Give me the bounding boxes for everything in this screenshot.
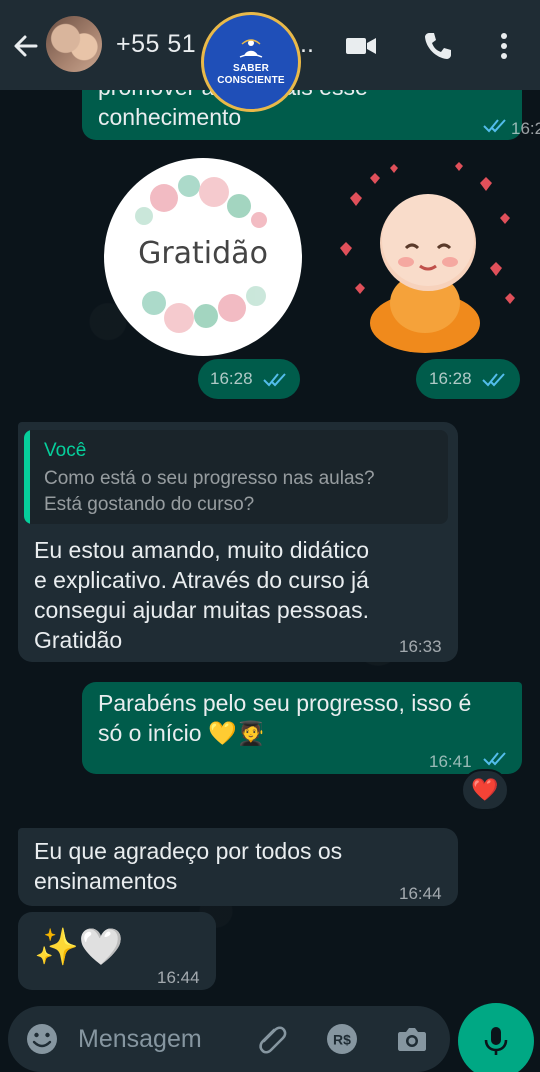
attach-icon[interactable]	[254, 1021, 290, 1057]
currency-rs-icon[interactable]: R$	[324, 1021, 360, 1057]
meditation-logo-icon	[239, 38, 263, 58]
message-time: 16:28	[429, 369, 472, 388]
message-bubble-outgoing[interactable]: Parabéns pelo seu progresso, isso é só o…	[82, 682, 522, 774]
message-composer[interactable]: Mensagem R$	[8, 1006, 450, 1072]
sticker-time-pill: 16:28	[416, 359, 520, 399]
back-arrow-icon[interactable]	[10, 30, 42, 62]
more-vert-icon[interactable]	[486, 28, 522, 64]
quote-text: Como está o seu progresso nas aulas? Est…	[44, 468, 375, 515]
message-time: 16:44	[157, 968, 200, 987]
contact-avatar[interactable]	[46, 16, 102, 72]
quoted-message[interactable]: Você Como está o seu progresso nas aulas…	[24, 430, 448, 524]
sticker-word: Gratidão	[138, 236, 268, 271]
message-time: 16:27	[511, 119, 540, 138]
quote-author: Você	[44, 440, 87, 461]
video-call-icon[interactable]	[343, 28, 379, 64]
svg-text:R$: R$	[333, 1032, 351, 1048]
message-time: 16:28	[210, 369, 253, 388]
gratidao-sticker[interactable]: Gratidão	[104, 158, 302, 356]
camera-icon[interactable]	[394, 1021, 430, 1057]
saber-consciente-logo: SABER CONSCIENTE	[201, 12, 301, 112]
read-ticks-icon	[263, 373, 286, 387]
baby-monk-sticker[interactable]	[330, 158, 520, 358]
message-text: ✨🤍	[34, 926, 124, 967]
message-time: 16:41	[429, 752, 472, 771]
message-bubble-incoming[interactable]: ✨🤍 16:44	[18, 912, 216, 990]
message-text: Eu estou amando, muito didático e explic…	[34, 537, 369, 653]
message-text: Eu que agradeço por todos os ensinamento…	[34, 838, 343, 894]
contact-name[interactable]: +55 51	[116, 30, 196, 59]
message-input[interactable]: Mensagem	[78, 1025, 202, 1054]
heart-reaction[interactable]: ❤️	[461, 769, 509, 811]
sticker-time-pill: 16:28	[198, 359, 300, 399]
logo-text-consciente: CONSCIENTE	[217, 74, 285, 86]
voice-message-button[interactable]	[458, 1003, 534, 1072]
read-ticks-icon	[483, 119, 506, 133]
read-ticks-icon	[483, 752, 506, 766]
contact-name-ellipsis: ..	[300, 30, 314, 58]
logo-text-saber: SABER	[232, 62, 269, 74]
message-time: 16:33	[399, 637, 442, 656]
phone-icon[interactable]	[420, 28, 456, 64]
message-text: Parabéns pelo seu progresso, isso é só o…	[98, 690, 472, 746]
quote-accent-bar	[24, 430, 30, 524]
message-time: 16:44	[399, 884, 442, 903]
read-ticks-icon	[482, 373, 505, 387]
emoji-icon[interactable]	[24, 1021, 60, 1057]
message-bubble-incoming[interactable]: Eu que agradeço por todos os ensinamento…	[18, 828, 458, 906]
mic-icon	[484, 1027, 508, 1055]
